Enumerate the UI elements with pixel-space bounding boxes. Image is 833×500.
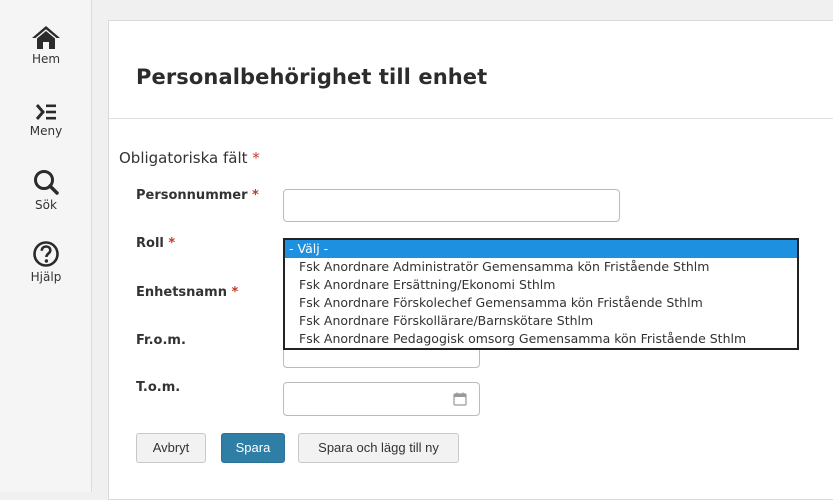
menu-icon: [35, 104, 56, 120]
panel-header: Personalbehörighet till enhet: [109, 21, 833, 119]
personnummer-input[interactable]: [283, 189, 620, 222]
home-icon: [32, 26, 60, 49]
dropdown-option[interactable]: Fsk Anordnare Administratör Gemensamma k…: [285, 258, 797, 276]
dropdown-option[interactable]: - Välj -: [285, 240, 797, 258]
sidebar-item-label: Sök: [35, 198, 57, 212]
tom-label-text: T.o.m.: [136, 380, 181, 395]
page-title: Personalbehörighet till enhet: [136, 65, 488, 89]
roll-label: Roll *: [136, 236, 175, 251]
roll-label-text: Roll: [136, 236, 164, 251]
sidebar-item-meny[interactable]: Meny: [0, 102, 92, 138]
search-icon: [34, 170, 59, 195]
tom-label: T.o.m.: [136, 380, 180, 395]
sidebar-nav: Hem Meny Sök Hjälp: [0, 0, 92, 492]
required-marker: *: [168, 236, 176, 251]
personnummer-label-text: Personnummer: [136, 188, 248, 203]
cancel-button[interactable]: Avbryt: [136, 433, 206, 463]
roll-dropdown-list[interactable]: - Välj - Fsk Anordnare Administratör Gem…: [283, 238, 799, 350]
calendar-icon[interactable]: [453, 392, 467, 406]
sidebar-item-label: Hem: [31, 52, 61, 66]
from-label-text: Fr.o.m.: [136, 333, 186, 348]
required-marker: *: [252, 149, 260, 167]
save-button[interactable]: Spara: [221, 433, 285, 463]
save-and-add-new-button[interactable]: Spara och lägg till ny: [298, 433, 459, 463]
help-icon: [33, 241, 59, 267]
mandatory-note: Obligatoriska fält *: [119, 149, 260, 167]
sidebar-item-hem[interactable]: Hem: [0, 24, 92, 66]
required-marker: *: [231, 285, 239, 300]
personnummer-label: Personnummer *: [136, 188, 259, 203]
tom-date-input[interactable]: [283, 382, 480, 416]
sidebar-item-sok[interactable]: Sök: [0, 168, 92, 212]
sidebar-item-label: Hjälp: [30, 270, 62, 284]
sidebar-item-hjalp[interactable]: Hjälp: [0, 240, 92, 284]
sidebar-item-label: Meny: [29, 124, 63, 138]
from-label: Fr.o.m.: [136, 333, 186, 348]
dropdown-option[interactable]: Fsk Anordnare Pedagogisk omsorg Gemensam…: [285, 330, 797, 348]
enhetsnamn-label-text: Enhetsnamn: [136, 285, 227, 300]
dropdown-option[interactable]: Fsk Anordnare Förskollärare/Barnskötare …: [285, 312, 797, 330]
dropdown-option[interactable]: Fsk Anordnare Ersättning/Ekonomi Sthlm: [285, 276, 797, 294]
dropdown-option[interactable]: Fsk Anordnare Förskolechef Gemensamma kö…: [285, 294, 797, 312]
enhetsnamn-label: Enhetsnamn *: [136, 285, 238, 300]
mandatory-text: Obligatoriska fält: [119, 149, 248, 167]
required-marker: *: [252, 188, 259, 203]
